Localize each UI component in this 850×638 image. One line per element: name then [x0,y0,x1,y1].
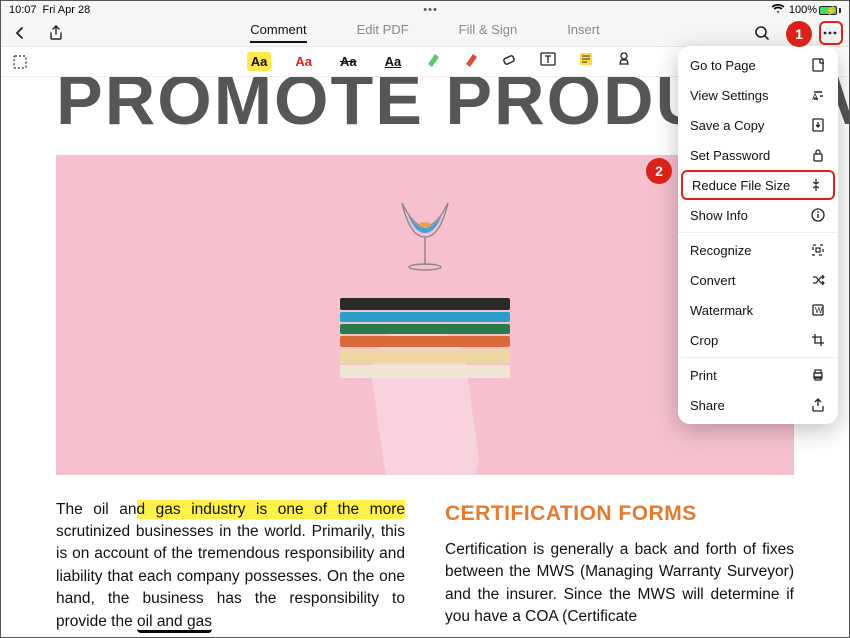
crop-icon [810,332,826,348]
menu-item-print[interactable]: Print [678,360,838,390]
callout-outline-more [819,21,843,45]
callout-badge-1: 1 [786,21,812,47]
watermark-icon: W [810,302,826,318]
battery-pct: 100% [789,4,817,16]
info-icon [810,207,826,223]
strikeout-tool[interactable]: Aa [336,52,361,71]
status-bar: 10:07 Fri Apr 28 ••• 100% ⚡ [1,1,849,19]
share-button[interactable] [47,24,65,42]
clock: 10:07 [9,4,37,16]
compress-icon [808,177,824,193]
menu-item-share[interactable]: Share [678,390,838,420]
tab-edit-pdf[interactable]: Edit PDF [357,22,409,43]
battery-indicator: 100% ⚡ [789,4,841,16]
eraser-tool[interactable] [501,50,519,73]
section-heading: CERTIFICATION FORMS [445,499,794,529]
save-icon [810,117,826,133]
share-icon [810,397,826,413]
date: Fri Apr 28 [43,4,91,16]
menu-item-crop[interactable]: Crop [678,325,838,355]
page-icon [810,57,826,73]
shuffle-icon [810,272,826,288]
dynamic-island: ••• [90,4,771,16]
marker-green-tool[interactable] [425,50,443,73]
inked-text: oil and gas [137,613,212,633]
menu-item-watermark[interactable]: WatermarkW [678,295,838,325]
mode-tabs: Comment Edit PDF Fill & Sign Insert [171,22,679,43]
menu-item-go-to-page[interactable]: Go to Page [678,50,838,80]
highlight-tool[interactable]: Aa [247,52,272,71]
stamp-tool[interactable] [615,50,633,73]
textbox-tool[interactable] [539,50,557,73]
search-button[interactable] [753,24,771,42]
more-menu: Go to PageView SettingsASave a CopySet P… [678,46,838,424]
underline-tool[interactable]: Aa [381,52,406,71]
back-button[interactable] [11,24,29,42]
callout-badge-2: 2 [646,158,672,184]
column-left: The oil and gas industry is one of the m… [56,499,405,634]
note-tool[interactable] [577,50,595,73]
select-tool[interactable] [11,53,29,71]
menu-item-show-info[interactable]: Show Info [678,200,838,230]
lock-icon [810,147,826,163]
tab-comment[interactable]: Comment [250,22,306,43]
menu-item-save-a-copy[interactable]: Save a Copy [678,110,838,140]
menu-item-recognize[interactable]: Recognize [678,235,838,265]
wifi-icon [771,4,785,17]
svg-text:W: W [815,306,823,315]
tab-insert[interactable]: Insert [567,22,600,43]
marker-red-tool[interactable] [463,50,481,73]
menu-item-convert[interactable]: Convert [678,265,838,295]
main-toolbar: Comment Edit PDF Fill & Sign Insert [1,19,849,47]
highlighted-text: d gas industry is one of the more [137,500,405,519]
scan-icon [810,242,826,258]
squiggly-tool[interactable]: Aa [291,52,316,71]
tab-fill-sign[interactable]: Fill & Sign [459,22,518,43]
svg-text:A: A [812,92,818,102]
menu-item-view-settings[interactable]: View SettingsA [678,80,838,110]
menu-item-set-password[interactable]: Set Password [678,140,838,170]
column-right: CERTIFICATION FORMS Certification is gen… [445,499,794,634]
print-icon [810,367,826,383]
menu-item-reduce-file-size[interactable]: Reduce File Size [681,170,835,200]
text-icon: A [810,87,826,103]
